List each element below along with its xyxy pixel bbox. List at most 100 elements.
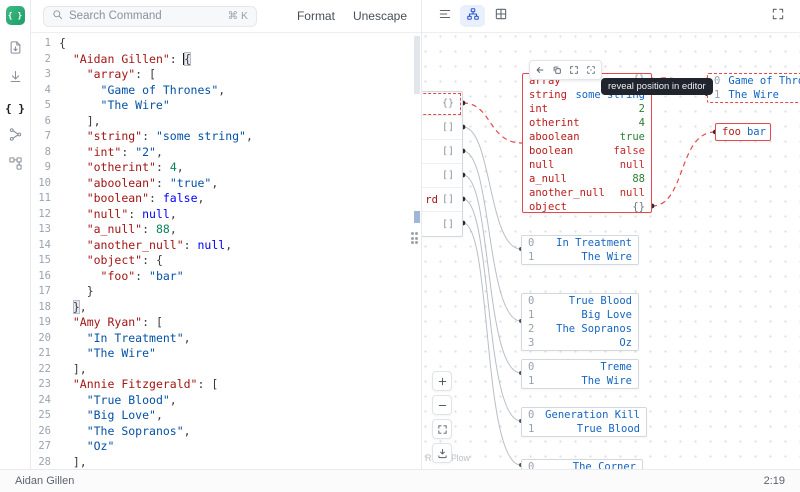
code-line[interactable]: 17 } [31, 284, 421, 300]
node-row[interactable]: 1The Wire [522, 374, 638, 388]
code-line[interactable]: 18 }, [31, 300, 421, 316]
code-line[interactable]: 12 "null": null, [31, 207, 421, 223]
line-number: 16 [31, 269, 51, 285]
unescape-button[interactable]: Unescape [353, 9, 407, 23]
node-row[interactable]: another_nullnull [523, 186, 651, 200]
node-row[interactable]: 1The Wire [708, 88, 800, 102]
editor-scrollbar[interactable] [414, 36, 420, 94]
array-node[interactable]: 0True Blood1Big Love2The Sopranos3Oz [521, 293, 639, 351]
line-number: 12 [31, 207, 51, 223]
diagram-view-button[interactable] [460, 5, 485, 27]
line-number: 6 [31, 114, 51, 130]
copy-node-button[interactable] [549, 63, 565, 77]
root-node[interactable]: {}[][][]rd[][] [422, 91, 463, 237]
node-row[interactable]: otherint4 [523, 116, 651, 130]
root-node-row[interactable]: [] [422, 212, 462, 236]
root-node-row[interactable]: rd[] [422, 188, 462, 212]
code-line[interactable]: 20 "In Treatment", [31, 331, 421, 347]
code-line[interactable]: 4 "Game of Thrones", [31, 83, 421, 99]
node-row[interactable]: 0True Blood [522, 294, 638, 308]
brand-logo[interactable]: { } [6, 6, 25, 25]
node-row[interactable]: 0Treme [522, 360, 638, 374]
line-number: 17 [31, 284, 51, 300]
line-number: 8 [31, 145, 51, 161]
code-text: "another_null": null, [51, 238, 232, 254]
code-line[interactable]: 7 "string": "some string", [31, 129, 421, 145]
download-button[interactable] [5, 69, 25, 89]
code-line[interactable]: 15 "object": { [31, 253, 421, 269]
json-editor-button[interactable]: { } [5, 98, 25, 118]
code-line[interactable]: 6 ], [31, 114, 421, 130]
node-value: The Wire [728, 89, 779, 101]
line-number: 15 [31, 253, 51, 269]
node-row[interactable]: 3Oz [522, 336, 638, 350]
node-row[interactable]: foo bar [716, 124, 770, 140]
code-line[interactable]: 9 "otherint": 4, [31, 160, 421, 176]
code-line[interactable]: 26 "The Sopranos", [31, 424, 421, 440]
code-line[interactable]: 22 ], [31, 362, 421, 378]
root-node-row[interactable]: [] [422, 116, 462, 140]
code-line[interactable]: 13 "a_null": 88, [31, 222, 421, 238]
foo-node[interactable]: foo bar [715, 123, 771, 141]
node-value: true [620, 131, 645, 143]
node-row[interactable]: 1The Wire [522, 250, 638, 264]
table-view-button[interactable] [488, 5, 513, 27]
node-key: rd [425, 194, 438, 206]
node-row[interactable]: booleanfalse [523, 144, 651, 158]
root-node-row[interactable]: [] [422, 164, 462, 188]
graph-canvas[interactable]: {}[][][]rd[][] {} arraystringsome string… [422, 33, 800, 469]
zoom-in-button[interactable] [432, 371, 452, 391]
zoom-out-button[interactable] [432, 395, 452, 415]
root-node-row[interactable]: [] [422, 140, 462, 164]
node-row[interactable]: 0Game of Thrones [708, 74, 800, 88]
code-editor[interactable]: 1{2 "Aidan Gillen": {3 "array": [4 "Game… [31, 33, 421, 469]
node-row[interactable]: 1True Blood [522, 422, 646, 436]
fit-view-button[interactable] [432, 419, 452, 439]
node-row[interactable]: 0In Treatment [522, 236, 638, 250]
code-line[interactable]: 8 "int": "2", [31, 145, 421, 161]
code-line[interactable]: 2 "Aidan Gillen": { [31, 52, 421, 68]
import-button[interactable] [5, 40, 25, 60]
root-node-row[interactable]: {} [422, 92, 462, 116]
code-line[interactable]: 16 "foo": "bar" [31, 269, 421, 285]
panel-resize-handle[interactable] [409, 228, 420, 248]
array-node[interactable]: 0The Corner [521, 459, 643, 469]
focus-node-button[interactable] [583, 63, 599, 77]
node-row[interactable]: 2The Sopranos [522, 322, 638, 336]
reveal-position-button[interactable] [532, 63, 548, 77]
fullscreen-button[interactable] [765, 5, 790, 27]
code-line[interactable]: 28 ], [31, 455, 421, 470]
clipped-array-node[interactable]: 0Game of Thrones1The Wire [707, 73, 800, 103]
graph-view-button[interactable] [5, 156, 25, 176]
node-row[interactable]: object{} [523, 200, 651, 214]
code-line[interactable]: 25 "Big Love", [31, 408, 421, 424]
code-line[interactable]: 14 "another_null": null, [31, 238, 421, 254]
search-input[interactable]: Search Command ⌘ K [43, 6, 257, 27]
code-line[interactable]: 11 "boolean": false, [31, 191, 421, 207]
code-line[interactable]: 24 "True Blood", [31, 393, 421, 409]
node-row[interactable]: 0The Corner [522, 460, 642, 469]
array-node[interactable]: 0Generation Kill1True Blood [521, 407, 647, 437]
node-row[interactable]: 0Generation Kill [522, 408, 646, 422]
flow-icon [466, 7, 480, 26]
code-line[interactable]: 1{ [31, 36, 421, 52]
text-view-button[interactable] [432, 5, 457, 27]
node-row[interactable]: nullnull [523, 158, 651, 172]
code-line[interactable]: 23 "Annie Fitzgerald": [ [31, 377, 421, 393]
expand-node-button[interactable] [566, 63, 582, 77]
transform-button[interactable] [5, 127, 25, 147]
format-button[interactable]: Format [297, 9, 335, 23]
download-image-button[interactable] [432, 443, 452, 463]
array-node[interactable]: 0In Treatment1The Wire [521, 235, 639, 265]
node-row[interactable]: abooleantrue [523, 130, 651, 144]
code-line[interactable]: 10 "aboolean": "true", [31, 176, 421, 192]
code-line[interactable]: 21 "The Wire" [31, 346, 421, 362]
code-line[interactable]: 27 "Oz" [31, 439, 421, 455]
code-line[interactable]: 5 "The Wire" [31, 98, 421, 114]
node-row[interactable]: a_null88 [523, 172, 651, 186]
node-row[interactable]: int2 [523, 102, 651, 116]
array-node[interactable]: 0Treme1The Wire [521, 359, 639, 389]
code-line[interactable]: 19 "Amy Ryan": [ [31, 315, 421, 331]
node-row[interactable]: 1Big Love [522, 308, 638, 322]
code-line[interactable]: 3 "array": [ [31, 67, 421, 83]
